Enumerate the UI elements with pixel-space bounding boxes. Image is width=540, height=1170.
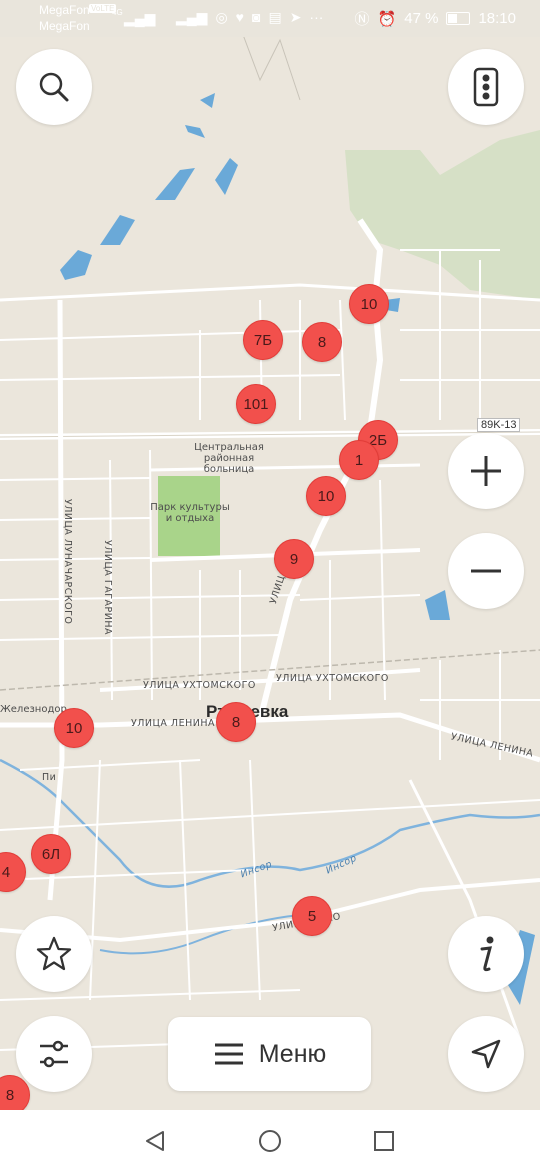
traffic-light-icon — [473, 67, 499, 107]
map-marker[interactable]: 5 — [292, 896, 332, 936]
lake-2 — [100, 215, 135, 245]
alarm-icon: ⏰ — [377, 10, 397, 28]
status-bar: MegaFon VoLTE MegaFon 4G ▂▄▆ ▂▄▆ ◎ ♥ ◙ ▤… — [0, 0, 540, 37]
map-marker[interactable]: 10 — [54, 708, 94, 748]
zoom-in-button[interactable] — [448, 433, 524, 509]
favorites-button[interactable] — [16, 916, 92, 992]
nfc-icon: Ⓝ — [354, 11, 370, 28]
zoom-out-button[interactable] — [448, 533, 524, 609]
traffic-button[interactable] — [448, 49, 524, 125]
lake-3 — [155, 168, 195, 200]
navigation-arrow-icon — [471, 1039, 501, 1069]
pond — [425, 590, 450, 620]
label-hospital: Центральная районная больница — [194, 442, 264, 475]
map-marker[interactable]: 8 — [302, 322, 342, 362]
search-icon — [39, 72, 69, 102]
settings-button[interactable] — [16, 1016, 92, 1092]
forest-area — [345, 130, 540, 300]
menu-label: Меню — [258, 1039, 327, 1068]
camera-icon: ◙ — [251, 9, 261, 25]
label-lunacharskogo: УЛИЦА ЛУНАЧАРСКОГО — [62, 499, 73, 625]
lake-5 — [215, 158, 238, 195]
system-nav-bar — [0, 1110, 540, 1170]
info-icon — [480, 936, 494, 972]
lake-6 — [185, 125, 205, 138]
signal-icon: ▂▄▆ — [124, 10, 156, 26]
menu-button[interactable]: Меню — [168, 1017, 371, 1091]
map-marker[interactable]: 8 — [216, 702, 256, 742]
map-marker[interactable]: 101 — [236, 384, 276, 424]
map-marker[interactable]: 1 — [339, 440, 379, 480]
road-number-badge: 89K-13 — [477, 418, 521, 432]
recents-square-icon[interactable] — [373, 1130, 395, 1152]
map-marker[interactable]: 9 — [274, 539, 314, 579]
signal2-icon: ▂▄▆ — [176, 9, 208, 25]
network-type: 4G — [112, 8, 123, 17]
sliders-icon — [40, 1040, 68, 1068]
label-zheleznodor: Железнодор — [0, 704, 67, 715]
operator-primary: MegaFon — [39, 3, 90, 17]
lake-4 — [200, 93, 215, 108]
shield-icon: ◎ — [215, 9, 228, 25]
lake-1 — [60, 250, 92, 280]
home-circle-icon[interactable] — [258, 1129, 282, 1153]
map-marker[interactable]: 7Б — [243, 320, 283, 360]
hamburger-icon — [214, 1043, 243, 1065]
label-park: Парк культуры и отдыха — [150, 502, 230, 524]
status-right: Ⓝ ⏰ 47 % 18:10 — [355, 8, 516, 29]
star-icon — [36, 936, 72, 971]
minus-icon — [471, 569, 501, 573]
battery-icon — [446, 12, 471, 25]
label-ukhtomskogo-1: УЛИЦА УХТОМСКОГО — [143, 680, 256, 691]
clock: 18:10 — [478, 10, 516, 27]
map-marker[interactable]: 10 — [349, 284, 389, 324]
more-icon: ··· — [309, 9, 324, 25]
notification-icons: ▂▄▆ ◎ ♥ ◙ ▤ ➤ ··· — [176, 9, 323, 26]
back-triangle-icon[interactable] — [143, 1129, 167, 1153]
battery-percent: 47 % — [404, 10, 439, 27]
operator-secondary: MegaFon — [39, 19, 90, 33]
map-marker[interactable]: 6Л — [31, 834, 71, 874]
heart-icon: ♥ — [235, 9, 244, 25]
label-gagarina: УЛИЦА ГАГАРИНА — [102, 540, 113, 635]
locate-button[interactable] — [448, 1016, 524, 1092]
river-branch — [99, 914, 301, 955]
label-lenina-1: УЛИЦА ЛЕНИНА — [131, 718, 215, 729]
plus-icon — [471, 456, 501, 486]
search-button[interactable] — [16, 49, 92, 125]
label-ukhtomskogo-2: УЛИЦА УХТОМСКОГО — [276, 673, 389, 684]
telegram-icon: ➤ — [289, 9, 302, 25]
chat-icon: ▤ — [268, 9, 282, 25]
map-marker[interactable]: 10 — [306, 476, 346, 516]
label-stream: Пи — [42, 772, 57, 783]
info-button[interactable] — [448, 916, 524, 992]
